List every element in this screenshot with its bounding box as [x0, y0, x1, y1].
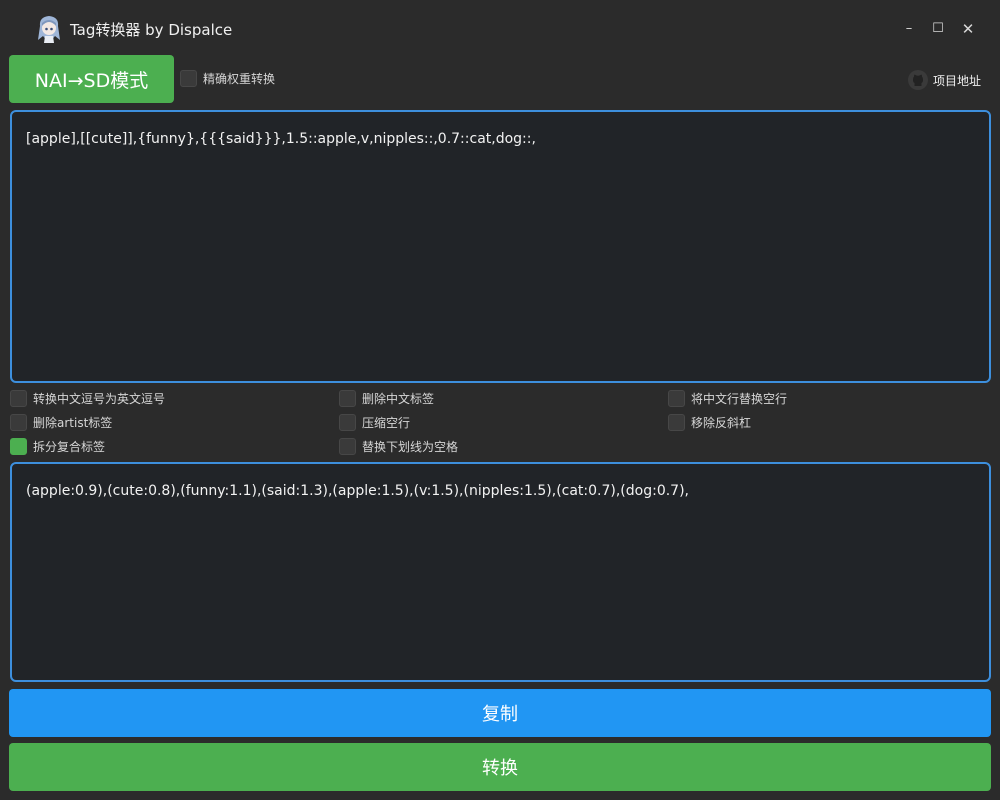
checkbox-indicator[interactable]	[10, 414, 27, 431]
checkbox-indicator[interactable]	[10, 390, 27, 407]
window-title: Tag转换器 by Dispalce	[70, 21, 233, 39]
checkbox-indicator[interactable]	[339, 438, 356, 455]
option-checkbox[interactable]: 压缩空行	[339, 414, 410, 431]
checkbox-indicator[interactable]	[10, 438, 27, 455]
option-checkbox[interactable]: 转换中文逗号为英文逗号	[10, 390, 165, 407]
option-label: 删除artist标签	[33, 416, 113, 430]
minimize-button[interactable]: –	[898, 18, 920, 40]
option-checkbox[interactable]: 拆分复合标签	[10, 438, 105, 455]
convert-button[interactable]: 转换	[9, 743, 991, 791]
checkbox-indicator[interactable]	[339, 390, 356, 407]
option-label: 删除中文标签	[362, 392, 435, 406]
option-label: 转换中文逗号为英文逗号	[33, 392, 166, 406]
checkbox-indicator[interactable]	[668, 414, 685, 431]
close-button[interactable]: ✕	[957, 18, 979, 40]
app-window: Tag转换器 by Dispalce – ☐ ✕ NAI→SD模式 精确权重转换…	[0, 0, 1000, 800]
anime-girl-app-icon	[38, 16, 60, 43]
option-checkbox[interactable]: 替换下划线为空格	[339, 438, 458, 455]
checkbox-indicator[interactable]	[668, 390, 685, 407]
copy-button[interactable]: 复制	[9, 689, 991, 737]
option-checkbox[interactable]: 删除artist标签	[10, 414, 112, 431]
title-bar[interactable]: Tag转换器 by Dispalce – ☐ ✕	[0, 0, 1000, 52]
repo-link-label[interactable]: 项目地址	[933, 72, 981, 89]
option-label: 移除反斜杠	[691, 416, 752, 430]
precise-weight-label: 精确权重转换	[203, 72, 276, 86]
input-textarea[interactable]: [apple],[[cute]],{funny},{{{said}}},1.5:…	[10, 110, 991, 383]
option-label: 将中文行替换空行	[691, 392, 788, 406]
option-checkbox[interactable]: 删除中文标签	[339, 390, 434, 407]
github-icon	[908, 70, 928, 90]
mode-toggle-button[interactable]: NAI→SD模式	[9, 55, 174, 103]
repo-link[interactable]: 项目地址	[907, 69, 981, 91]
checkbox-indicator[interactable]	[180, 70, 197, 87]
option-checkbox[interactable]: 将中文行替换空行	[668, 390, 787, 407]
option-label: 拆分复合标签	[33, 440, 106, 454]
option-checkbox[interactable]: 移除反斜杠	[668, 414, 751, 431]
checkbox-indicator[interactable]	[339, 414, 356, 431]
option-label: 替换下划线为空格	[362, 440, 459, 454]
precise-weight-checkbox[interactable]: 精确权重转换	[180, 70, 275, 87]
output-textarea[interactable]: (apple:0.9),(cute:0.8),(funny:1.1),(said…	[10, 462, 991, 682]
maximize-button[interactable]: ☐	[927, 18, 949, 40]
option-label: 压缩空行	[362, 416, 411, 430]
